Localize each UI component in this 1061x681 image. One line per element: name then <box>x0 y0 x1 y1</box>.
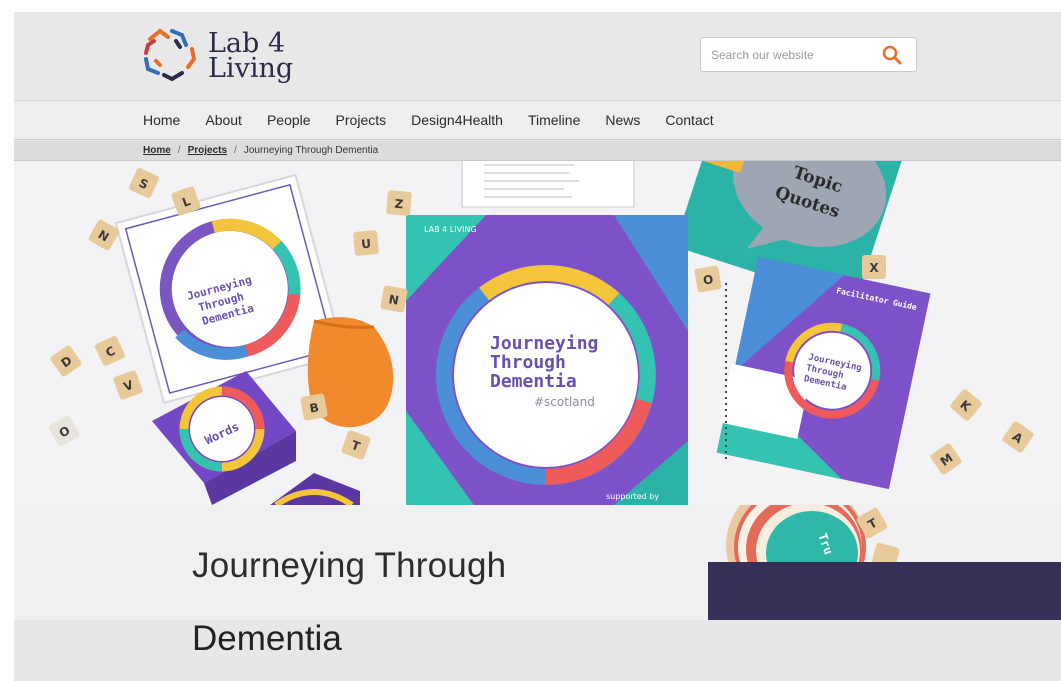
nav-item-design4health[interactable]: Design4Health <box>411 112 503 128</box>
letter-tile: Z <box>394 197 404 212</box>
page-title-line-2: Dementia <box>192 619 342 658</box>
logo-mark-icon <box>144 28 197 82</box>
main-nav: Home About People Projects Design4Health… <box>14 100 1061 140</box>
book-brand: LAB 4 LIVING <box>424 225 477 234</box>
nav-item-timeline[interactable]: Timeline <box>528 112 580 128</box>
search-box <box>700 37 917 72</box>
nav-item-about[interactable]: About <box>205 112 242 128</box>
logo-wordmark: Lab 4 Living <box>208 30 294 84</box>
breadcrumb-separator: / <box>177 145 181 156</box>
site-logo[interactable]: Lab 4 Living <box>138 25 308 85</box>
page-title-line-1: Journeying Through <box>192 546 507 585</box>
hero-tokens-strip: Tru T <box>708 505 1061 562</box>
hero-image: Topic Quotes Journeying Through Dementia <box>14 161 1061 505</box>
search-icon[interactable] <box>882 45 902 65</box>
book-title-3: Dementia <box>490 371 577 392</box>
breadcrumb: Home / Projects / Journeying Through Dementi… <box>14 141 1061 161</box>
book-footer: supported by <box>606 492 659 501</box>
page: Lab 4 Living Home About People Projects … <box>14 12 1061 681</box>
accent-panel <box>708 562 1061 620</box>
breadcrumb-home-link[interactable]: Home <box>143 145 171 156</box>
breadcrumb-current: Journeying Through Dementia <box>243 145 379 156</box>
nav-item-home[interactable]: Home <box>143 112 180 128</box>
site-header: Lab 4 Living <box>14 12 1061 100</box>
book-title-2: Through <box>490 352 566 373</box>
breadcrumb-separator: / <box>234 145 237 156</box>
tokens-illustration: Tru T <box>708 505 1061 562</box>
nav-item-news[interactable]: News <box>605 112 640 128</box>
nav-item-contact[interactable]: Contact <box>665 112 713 128</box>
logo-line-2: Living <box>208 53 294 84</box>
nav-item-projects[interactable]: Projects <box>336 112 387 128</box>
letter-tile: U <box>361 237 372 252</box>
nav-item-people[interactable]: People <box>267 112 311 128</box>
breadcrumb-projects-link[interactable]: Projects <box>188 145 227 156</box>
letter-tile: X <box>869 261 879 275</box>
book-title-1: Journeying <box>490 333 598 354</box>
hero-illustration: Topic Quotes Journeying Through Dementia <box>14 161 1061 505</box>
book-hashtag: #scotland <box>534 395 595 409</box>
search-input[interactable] <box>711 38 871 71</box>
